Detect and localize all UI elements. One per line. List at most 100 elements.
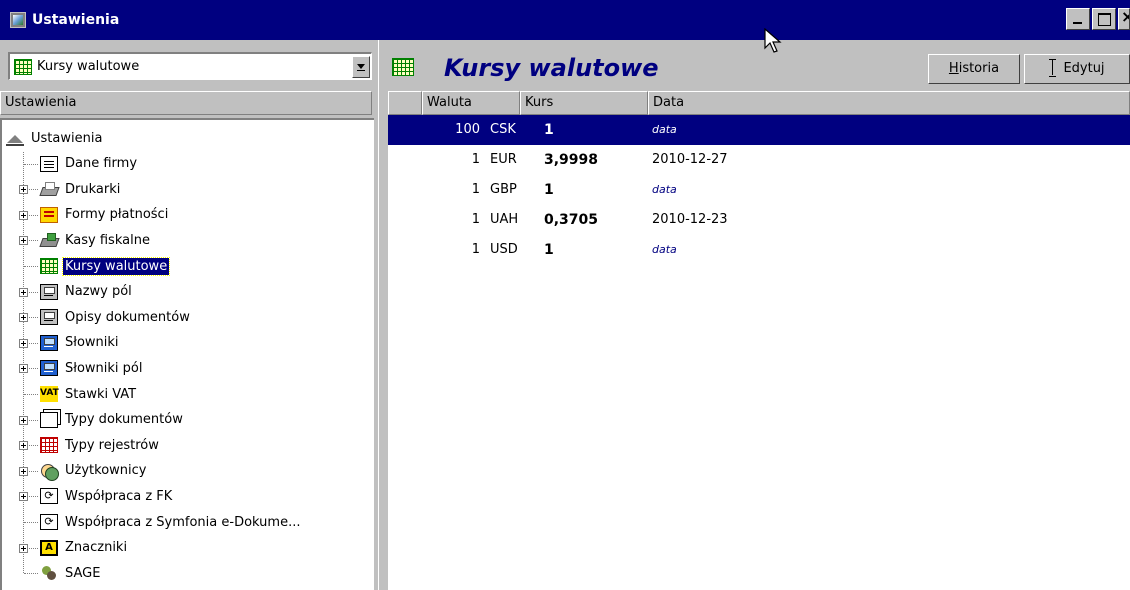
right-toolbar: Kursy walutowe Historia Edytuj [388,50,1130,84]
tree-item[interactable]: A Znaczniki [40,536,129,560]
tree-branch-line [24,573,38,575]
tree-item-label: Typy dokumentów [65,412,183,428]
tree-item[interactable]: Dane firmy [40,152,139,176]
quantity-cell: 100 [455,122,480,137]
register-icon [40,437,58,454]
rate-cell: 3,9998 [544,152,599,168]
currency-cell: GBP [490,182,517,197]
tree-item[interactable]: Typy rejestrów [40,433,161,457]
pages-icon [40,411,58,428]
tree-branch-line [24,394,38,395]
column-header-currency[interactable]: Waluta [422,91,520,115]
tree-item-label: Ustawienia [31,130,103,146]
tree-branch-line [24,266,38,267]
tree-item[interactable]: Ustawienia [6,126,104,150]
tree-item-label: Drukarki [65,181,121,197]
history-button-label: Historia [948,61,1000,76]
minimize-button[interactable] [1066,8,1090,30]
dictionary-icon [40,334,58,351]
panel-splitter[interactable] [378,40,388,590]
date-cell: data [652,183,677,196]
left-panel: Kursy walutowe Ustawienia Ustawienia Dane… [0,40,378,590]
expand-icon[interactable] [19,338,28,348]
table-row[interactable]: 1 USD 1 data [388,235,1130,265]
settings-combo[interactable]: Kursy walutowe [8,52,372,80]
quantity-cell: 1 [471,152,480,167]
quantity-cell: 1 [471,212,480,227]
column-header-rate[interactable]: Kurs [520,91,648,115]
tree-header: Ustawienia [0,91,372,115]
tree-item[interactable]: ⟳ Współpraca z FK [40,484,174,508]
table-row[interactable]: 100 CSK 1 data [388,115,1130,145]
users-icon [40,463,59,481]
printer-icon [40,181,58,197]
grid-icon [40,258,58,274]
currency-cell: USD [490,242,518,257]
tree-item[interactable]: Słowniki pól [40,356,144,380]
tree-item[interactable]: Nazwy pól [40,280,134,304]
tree-branch-line [24,163,38,165]
quantity-cell: 1 [471,182,480,197]
rate-cell: 1 [544,182,554,198]
settings-tree[interactable]: Ustawienia Dane firmy Drukarki Formy płatno… [0,118,374,590]
card-icon [40,155,58,172]
page-title: Kursy walutowe [444,54,659,82]
expand-icon[interactable] [19,441,28,451]
tree-item[interactable]: SAGE [40,561,102,585]
close-button[interactable] [1118,8,1130,30]
expand-icon[interactable] [19,415,28,425]
table-row[interactable]: 1 GBP 1 data [388,175,1130,205]
field-icon [40,309,58,326]
vat-icon: VAT [40,386,59,402]
rate-cell: 1 [544,242,554,258]
tree-item[interactable]: Drukarki [40,177,122,201]
root-icon [6,130,24,146]
table-header: Waluta Kurs Data [388,91,1130,115]
grid-icon [392,58,414,76]
date-cell: data [652,123,677,136]
tree-item-label: Formy płatności [65,207,169,223]
expand-icon[interactable] [19,185,28,195]
expand-icon[interactable] [19,287,28,297]
currency-cell: UAH [490,212,519,227]
column-header-date[interactable]: Data [648,91,1130,115]
expand-icon[interactable] [19,313,28,323]
table-row[interactable]: 1 UAH 0,3705 2010-12-23 [388,205,1130,235]
grid-icon [14,58,32,75]
expand-icon[interactable] [19,236,28,246]
tree-item[interactable]: Słowniki [40,331,121,355]
expand-icon[interactable] [19,492,28,502]
tree-item[interactable]: Opisy dokumentów [40,305,192,329]
tree-item[interactable]: Kursy walutowe [40,254,171,278]
currency-table: Waluta Kurs Data 100 CSK 1 data 1 EUR 3,9998 20… [388,91,1130,590]
column-header-indicator[interactable] [388,91,422,115]
expand-icon[interactable] [19,210,28,220]
tree-item[interactable]: Użytkownicy [40,459,148,483]
sage-icon [40,565,58,581]
tree-item-label: Znaczniki [65,540,128,556]
tree-item-label: Kursy walutowe [61,256,171,276]
chevron-down-icon[interactable] [352,55,370,78]
tree-item-label: Typy rejestrów [65,437,159,453]
date-cell: data [652,243,677,256]
history-button[interactable]: Historia [928,54,1020,84]
tree-item[interactable]: ⟳ Współpraca z Symfonia e-Dokume... [40,510,302,534]
settings-combo-value: Kursy walutowe [37,59,140,74]
edit-button[interactable]: Edytuj [1024,54,1130,84]
table-row[interactable]: 1 EUR 3,9998 2010-12-27 [388,145,1130,175]
payment-forms-icon [40,206,58,223]
tree-item[interactable]: VAT Stawki VAT [40,382,138,406]
expand-icon[interactable] [19,543,28,553]
expand-icon[interactable] [19,364,28,374]
tree-item-label: Dane firmy [65,156,138,172]
edit-button-label: Edytuj [1063,61,1105,76]
tree-item-label: Nazwy pól [65,284,132,300]
mouse-pointer-icon [764,28,782,53]
window-titlebar[interactable]: Ustawienia [0,0,1130,40]
date-cell: 2010-12-27 [652,152,728,167]
maximize-button[interactable] [1092,8,1116,30]
tree-item[interactable]: Formy płatności [40,203,170,227]
expand-icon[interactable] [19,466,28,476]
tree-item[interactable]: Kasy fiskalne [40,228,152,252]
tree-item[interactable]: Typy dokumentów [40,408,185,432]
